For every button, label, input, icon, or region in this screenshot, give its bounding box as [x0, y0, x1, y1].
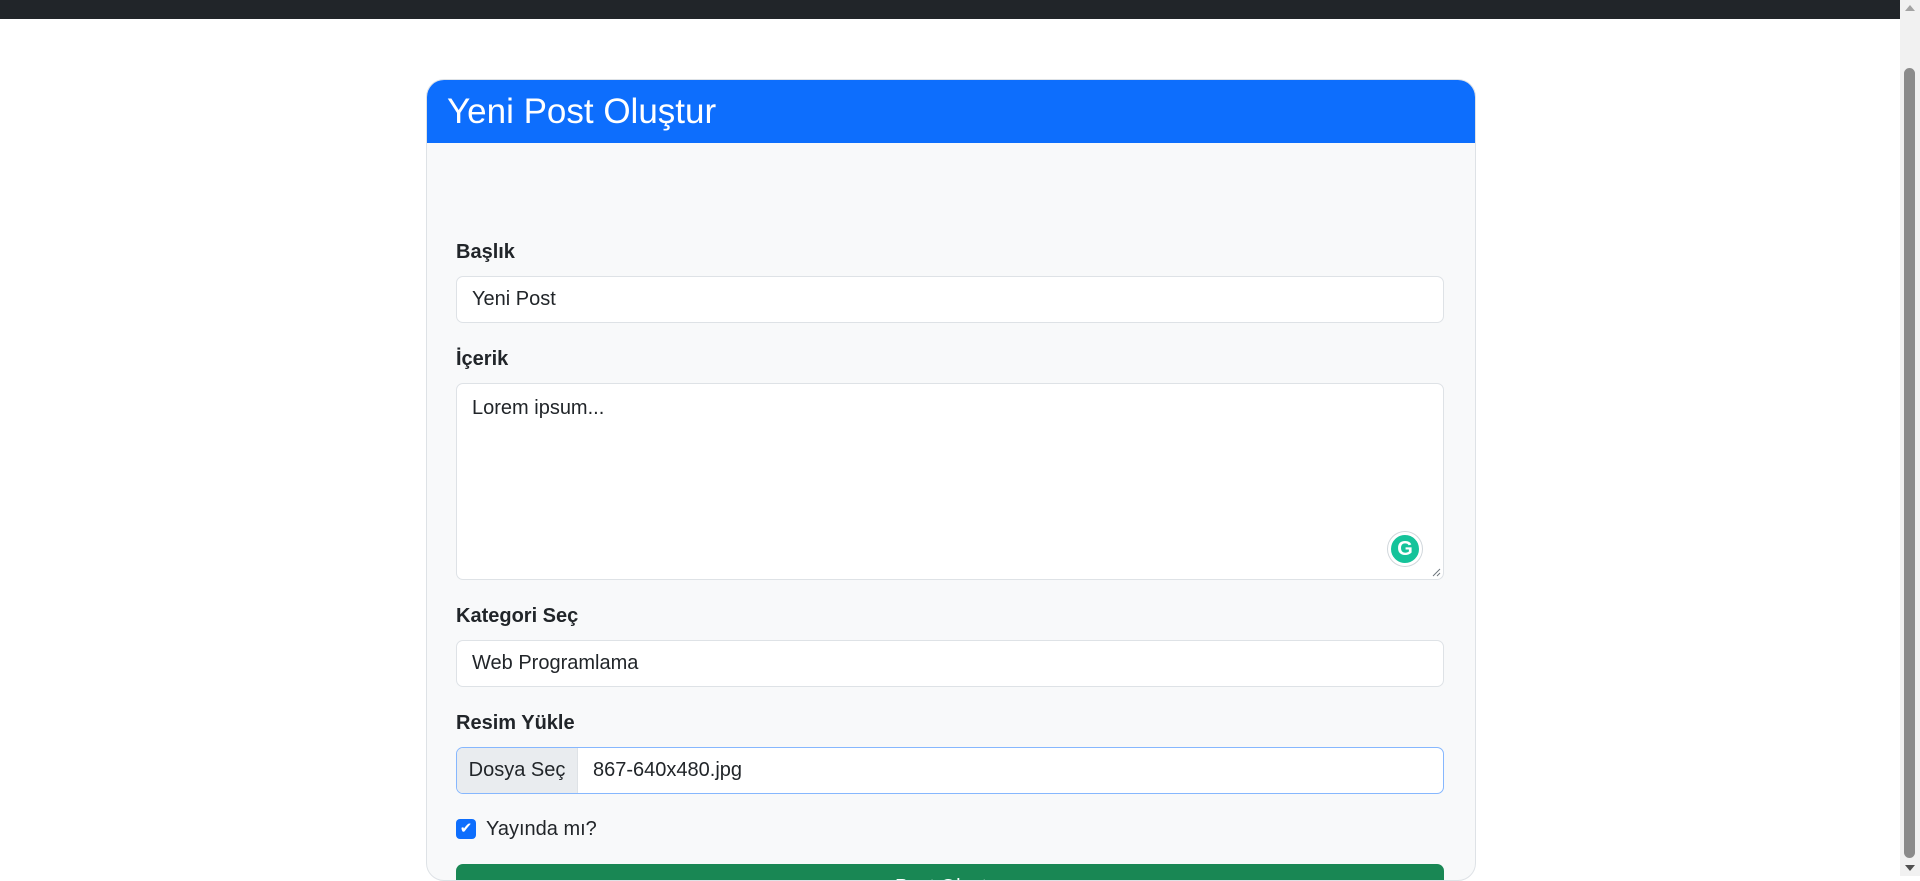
content-label: İçerik — [456, 348, 509, 370]
content-text: Lorem ipsum... — [472, 397, 605, 419]
grammarly-icon[interactable]: G — [1388, 532, 1422, 566]
resize-handle-icon[interactable] — [1432, 568, 1441, 577]
content-textarea[interactable]: Lorem ipsum... G — [456, 383, 1444, 580]
published-label[interactable]: Yayında mı? — [486, 817, 597, 841]
image-file-input[interactable]: Dosya Seç 867-640x480.jpg — [456, 747, 1444, 794]
selected-file-name: 867-640x480.jpg — [593, 759, 743, 781]
category-label: Kategori Seç — [456, 605, 579, 627]
create-post-button[interactable]: Post Oluştur — [456, 864, 1444, 880]
category-select[interactable]: Web Programlama — [456, 640, 1444, 687]
scroll-up-arrow-icon[interactable] — [1905, 5, 1915, 11]
page-title: Yeni Post Oluştur — [427, 80, 1475, 143]
browser-top-bar — [0, 0, 1900, 19]
image-upload-label: Resim Yükle — [456, 712, 575, 734]
title-label: Başlık — [456, 241, 515, 263]
scroll-thumb[interactable] — [1904, 68, 1915, 858]
checkmark-icon: ✔ — [459, 820, 473, 837]
choose-file-button[interactable]: Dosya Seç — [457, 748, 578, 793]
page-scrollbar[interactable] — [1900, 0, 1920, 876]
scroll-down-arrow-icon[interactable] — [1905, 865, 1915, 871]
published-checkbox[interactable]: ✔ — [456, 819, 476, 839]
post-form-card: Yeni Post Oluştur Başlık Yeni Post İçeri… — [426, 79, 1476, 881]
title-input[interactable]: Yeni Post — [456, 276, 1444, 323]
